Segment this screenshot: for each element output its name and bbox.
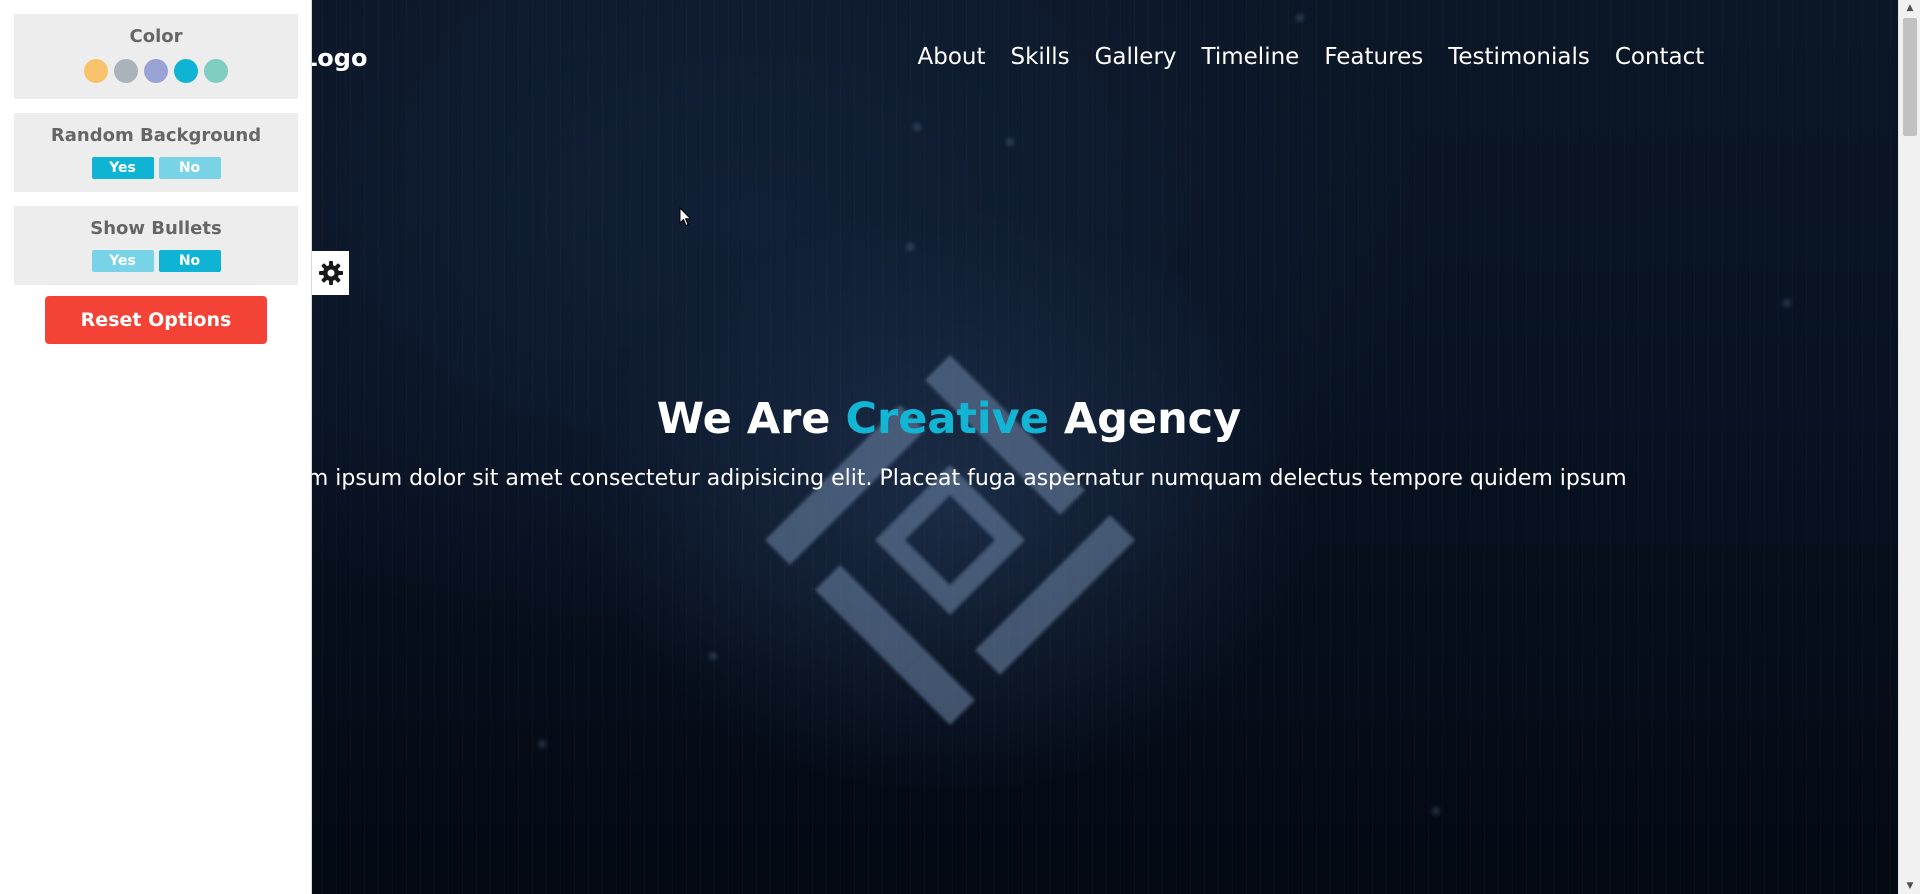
- background-particle: [709, 652, 717, 660]
- reset-options-button[interactable]: Reset Options: [45, 296, 267, 344]
- nav-link-gallery[interactable]: Gallery: [1082, 44, 1189, 70]
- browser-viewport: ial Logo About Skills Gallery Timeline F…: [0, 0, 1920, 894]
- gear-icon: [318, 261, 343, 285]
- color-swatch-gray[interactable]: [114, 59, 138, 83]
- nav-link-features[interactable]: Features: [1312, 44, 1436, 70]
- color-option-title: Color: [129, 26, 183, 47]
- color-swatch-list: [14, 59, 298, 83]
- color-swatch-cyan[interactable]: [174, 59, 198, 83]
- random-background-no-button[interactable]: No: [158, 157, 221, 179]
- scroll-down-arrow-icon[interactable]: ▼: [1899, 878, 1920, 894]
- nav-link-contact[interactable]: Contact: [1602, 44, 1716, 70]
- nav-link-about[interactable]: About: [905, 44, 998, 70]
- show-bullets-yes-button[interactable]: Yes: [91, 250, 154, 272]
- hero-title-suffix: Agency: [1048, 394, 1242, 444]
- hero-title-accent: Creative: [845, 394, 1049, 444]
- nav-link-timeline[interactable]: Timeline: [1189, 44, 1312, 70]
- scrollbar-thumb[interactable]: [1903, 18, 1917, 136]
- random-background-yes-button[interactable]: Yes: [91, 157, 154, 179]
- settings-panel: Color Random Background Yes No Show Bull…: [0, 0, 312, 894]
- hero-title-prefix: We Are: [656, 394, 846, 444]
- background-particle: [1783, 299, 1791, 307]
- background-particle: [913, 123, 921, 131]
- random-background-toggle: Yes No: [14, 157, 298, 179]
- scroll-up-arrow-icon[interactable]: ▲: [1899, 0, 1920, 16]
- show-bullets-option-box: Show Bullets Yes No: [14, 206, 298, 285]
- background-particle: [1432, 807, 1440, 815]
- show-bullets-toggle: Yes No: [14, 250, 298, 272]
- color-swatch-lavender[interactable]: [144, 59, 168, 83]
- color-swatch-teal[interactable]: [204, 59, 228, 83]
- background-particle: [1296, 14, 1304, 22]
- background-particle: [538, 740, 546, 748]
- nav-link-testimonials[interactable]: Testimonials: [1436, 44, 1603, 70]
- random-background-option-box: Random Background Yes No: [14, 113, 298, 192]
- show-bullets-no-button[interactable]: No: [158, 250, 221, 272]
- show-bullets-title: Show Bullets: [90, 218, 222, 239]
- background-particle: [1006, 138, 1014, 146]
- background-particle: [906, 243, 914, 251]
- main-nav: About Skills Gallery Timeline Features T…: [905, 44, 1717, 70]
- color-swatch-orange[interactable]: [84, 59, 108, 83]
- settings-toggle-button[interactable]: [312, 251, 349, 295]
- nav-link-skills[interactable]: Skills: [998, 44, 1082, 70]
- color-option-box: Color: [14, 14, 298, 99]
- random-background-title: Random Background: [50, 125, 262, 146]
- page-scrollbar[interactable]: ▲ ▼: [1898, 0, 1920, 894]
- mouse-cursor-icon: [679, 207, 692, 227]
